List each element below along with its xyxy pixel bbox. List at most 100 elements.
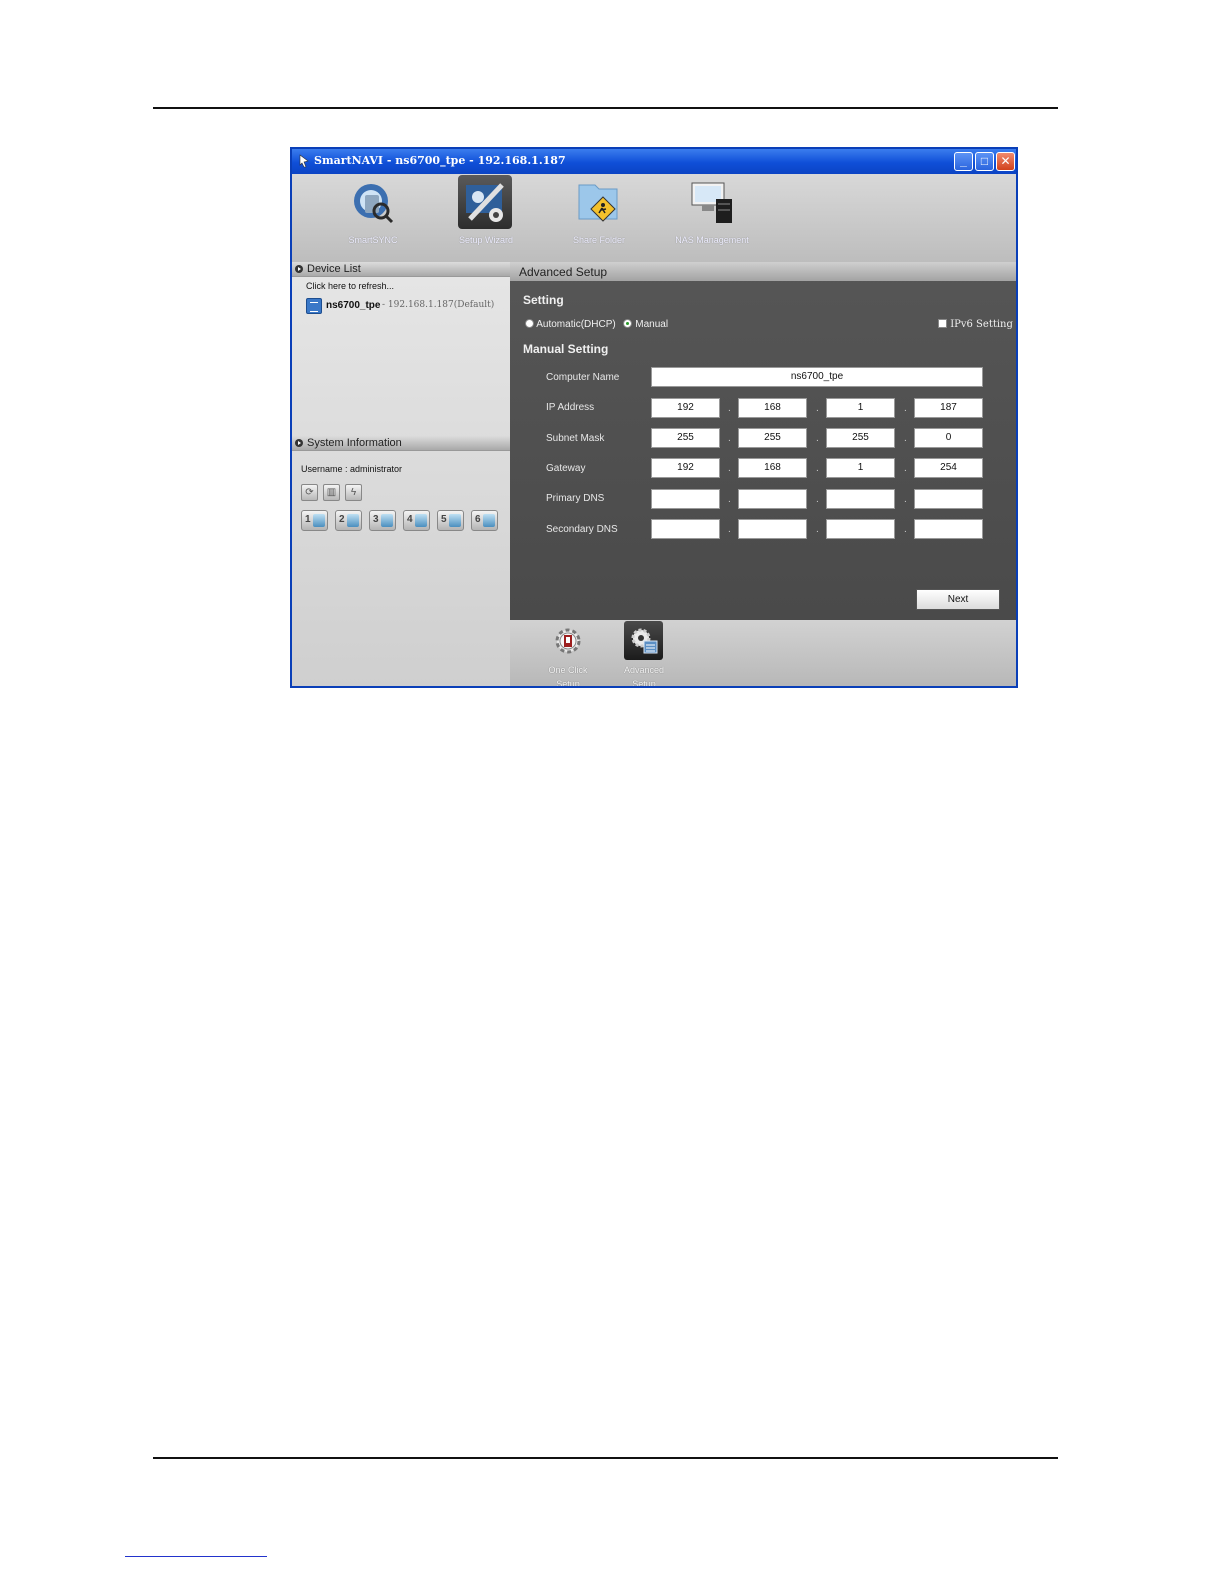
- octet-separator: .: [728, 403, 731, 414]
- primary-dns-octet-4[interactable]: [914, 489, 983, 509]
- gateway-octet-3[interactable]: 1: [826, 458, 895, 478]
- share-folder-icon: [578, 184, 618, 222]
- toolbar-label: Setup Wizard: [458, 235, 514, 245]
- octet-separator: .: [904, 494, 907, 505]
- refresh-link[interactable]: Click here to refresh...: [306, 281, 394, 291]
- setup-mode-bar: One Click Setup Advanced Setup: [510, 620, 1016, 688]
- subnet-mask-octet-2[interactable]: 255: [738, 428, 807, 448]
- secondary-dns-label: Secondary DNS: [546, 524, 618, 535]
- manual-radio[interactable]: [623, 319, 633, 328]
- manual-setting-title: Manual Setting: [523, 342, 609, 356]
- automatic-dhcp-label: Automatic(DHCP): [536, 319, 616, 330]
- one-click-label-line2: Setup: [556, 679, 580, 688]
- nas-device-icon: [306, 298, 322, 314]
- maximize-button[interactable]: □: [975, 152, 994, 171]
- advanced-setup-header: Advanced Setup: [510, 262, 1016, 281]
- advanced-label-line1: Advanced: [623, 665, 665, 675]
- nas-management-icon: [691, 182, 732, 223]
- computer-name-label: Computer Name: [546, 372, 620, 383]
- system-information-header[interactable]: System Information: [292, 436, 510, 451]
- expand-arrow-icon: [295, 439, 303, 447]
- subnet-mask-octet-3[interactable]: 255: [826, 428, 895, 448]
- ip-address-octet-2[interactable]: 168: [738, 398, 807, 418]
- disk-6-icon[interactable]: 6: [471, 510, 498, 531]
- secondary-dns-octet-2[interactable]: [738, 519, 807, 539]
- toolbar-share-folder[interactable]: Share Folder: [549, 174, 649, 262]
- octet-separator: .: [816, 494, 819, 505]
- subnet-mask-label: Subnet Mask: [546, 433, 605, 444]
- device-ip: - 192.168.1.187(Default): [382, 300, 495, 310]
- setup-wizard-icon: [466, 183, 504, 222]
- octet-separator: .: [728, 524, 731, 535]
- octet-separator: .: [816, 403, 819, 414]
- page-top-rule: [153, 107, 1058, 109]
- disk-1-icon[interactable]: 1: [301, 510, 328, 531]
- footer-link-underline: [125, 1556, 267, 1557]
- octet-separator: .: [728, 433, 731, 444]
- subnet-mask-octet-1[interactable]: 255: [651, 428, 720, 448]
- ipv6-setting-checkbox[interactable]: [938, 319, 947, 328]
- device-name: ns6700_tpe: [326, 300, 381, 311]
- octet-separator: .: [728, 494, 731, 505]
- setting-title: Setting: [523, 293, 564, 307]
- disk-5-icon[interactable]: 5: [437, 510, 464, 531]
- smartnavi-app-icon: [299, 154, 309, 168]
- username-text: Username : administrator: [301, 464, 403, 474]
- primary-dns-label: Primary DNS: [546, 493, 605, 504]
- close-button[interactable]: ✕: [996, 152, 1015, 171]
- smartnavi-window: SmartNAVI - ns6700_tpe - 192.168.1.187 _…: [290, 147, 1018, 688]
- advanced-label-line2: Setup: [632, 679, 656, 688]
- gear-icon: [555, 628, 581, 654]
- toolbar-label: Share Folder: [572, 235, 626, 245]
- gateway-label: Gateway: [546, 463, 586, 474]
- toolbar-label: SmartSYNC: [348, 235, 398, 245]
- secondary-dns-octet-3[interactable]: [826, 519, 895, 539]
- gateway-octet-1[interactable]: 192: [651, 458, 720, 478]
- primary-dns-octet-2[interactable]: [738, 489, 807, 509]
- next-button[interactable]: Next: [916, 589, 1000, 610]
- ip-address-octet-1[interactable]: 192: [651, 398, 720, 418]
- device-list-header[interactable]: Device List: [292, 262, 510, 277]
- automatic-dhcp-radio[interactable]: [525, 319, 534, 328]
- power-icon[interactable]: ϟ: [345, 484, 362, 501]
- ipv6-setting-label: IPv6 Setting: [950, 319, 1013, 330]
- octet-separator: .: [904, 403, 907, 414]
- smartsync-icon: [354, 184, 394, 224]
- ip-address-label: IP Address: [546, 402, 595, 413]
- raid-icon[interactable]: ▥: [323, 484, 340, 501]
- toolbar-label: NAS Management: [675, 235, 749, 245]
- primary-dns-octet-3[interactable]: [826, 489, 895, 509]
- toolbar-smartsync[interactable]: SmartSYNC: [323, 174, 423, 262]
- disk-3-icon[interactable]: 3: [369, 510, 396, 531]
- octet-separator: .: [816, 433, 819, 444]
- ipv6-setting[interactable]: IPv6 Setting: [938, 319, 1013, 330]
- ip-address-octet-4[interactable]: 187: [914, 398, 983, 418]
- primary-dns-octet-1[interactable]: [651, 489, 720, 509]
- toolbar-setup-wizard[interactable]: Setup Wizard: [436, 174, 536, 262]
- window-title: SmartNAVI - ns6700_tpe - 192.168.1.187: [314, 154, 566, 167]
- gateway-octet-2[interactable]: 168: [738, 458, 807, 478]
- refresh-icon[interactable]: ⟳: [301, 484, 318, 501]
- computer-name-input[interactable]: ns6700_tpe: [651, 367, 983, 387]
- secondary-dns-octet-4[interactable]: [914, 519, 983, 539]
- octet-separator: .: [904, 524, 907, 535]
- octet-separator: .: [816, 524, 819, 535]
- ip-address-octet-3[interactable]: 1: [826, 398, 895, 418]
- gateway-octet-4[interactable]: 254: [914, 458, 983, 478]
- advanced-gear-icon: [631, 628, 658, 654]
- subnet-mask-octet-4[interactable]: 0: [914, 428, 983, 448]
- toolbar-nas-management[interactable]: NAS Management: [662, 174, 762, 262]
- minimize-button[interactable]: _: [954, 152, 973, 171]
- page-bottom-rule: [153, 1457, 1058, 1459]
- manual-label: Manual: [635, 319, 669, 330]
- octet-separator: .: [816, 463, 819, 474]
- expand-arrow-icon: [295, 265, 303, 273]
- title-bar[interactable]: SmartNAVI - ns6700_tpe - 192.168.1.187 _…: [292, 149, 1016, 174]
- disk-4-icon[interactable]: 4: [403, 510, 430, 531]
- main-toolbar: SmartSYNC Setup Wizard Share Folder NAS …: [292, 174, 1016, 262]
- mode-radio-group: Automatic(DHCP) Manual: [525, 319, 668, 330]
- secondary-dns-octet-1[interactable]: [651, 519, 720, 539]
- octet-separator: .: [904, 463, 907, 474]
- one-click-label-line1: One Click: [548, 665, 588, 675]
- disk-2-icon[interactable]: 2: [335, 510, 362, 531]
